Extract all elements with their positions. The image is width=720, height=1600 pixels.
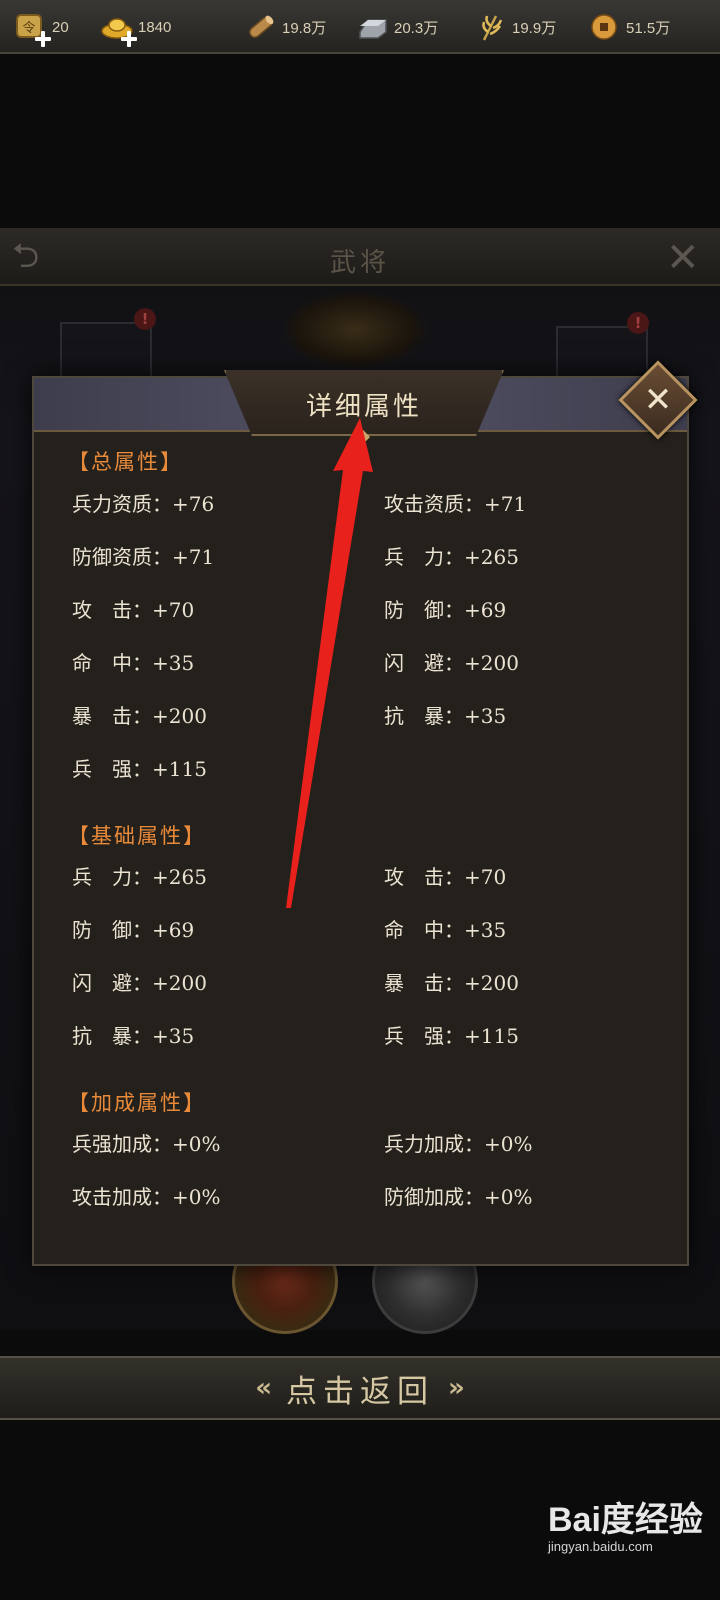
- attr-bonus-item: 兵力加成：+0%: [384, 1132, 533, 1156]
- attr-total-item: 兵力资质：+76: [72, 492, 215, 516]
- close-icon[interactable]: ✕: [630, 372, 686, 428]
- attr-bonus-item: 防御加成：+0%: [384, 1185, 533, 1209]
- attr-base-item: 抗 暴：+35: [72, 1024, 195, 1048]
- attr-bonus-item: 攻击加成：+0%: [72, 1185, 221, 1209]
- general-portrait: [280, 290, 430, 370]
- token-icon: 令: [14, 12, 51, 47]
- resource-gold[interactable]: 1840: [100, 10, 172, 47]
- gold-ingot-icon: [100, 12, 137, 47]
- attr-total-item: 防御资质：+71: [72, 545, 215, 569]
- resource-tokens[interactable]: 令 20: [14, 10, 69, 47]
- watermark-url: jingyan.baidu.com: [548, 1539, 653, 1554]
- wood-value: 19.8万: [282, 19, 327, 37]
- warning-badge-left: !: [134, 308, 156, 330]
- attr-total-item: 防 御：+69: [384, 598, 507, 622]
- attr-base-item: 防 御：+69: [72, 918, 195, 942]
- return-bar[interactable]: « 点击返回 »: [0, 1356, 720, 1420]
- attr-total-item: 抗 暴：+35: [384, 704, 507, 728]
- attr-base-item: 闪 避：+200: [72, 971, 207, 995]
- gold-value: 1840: [138, 18, 172, 36]
- chevron-right-icon: »: [448, 1373, 465, 1403]
- tokens-value: 20: [52, 18, 69, 36]
- dialog-title: 详细属性: [305, 392, 422, 422]
- return-label: 点击返回: [286, 1373, 434, 1410]
- attr-total-item: 命 中：+35: [72, 651, 195, 675]
- wood-log-icon: [244, 12, 278, 42]
- attr-base-item: 命 中：+35: [384, 918, 507, 942]
- iron-ingot-icon: [356, 12, 390, 42]
- iron-value: 20.3万: [394, 19, 439, 37]
- resource-iron[interactable]: 20.3万: [356, 10, 438, 44]
- section-title-total: 【总属性】: [68, 450, 183, 474]
- resource-wood[interactable]: 19.8万: [244, 10, 326, 44]
- baidu-jingyan-watermark: Bai度经验 jingyan.baidu.com: [548, 1492, 708, 1562]
- warning-badge-right: !: [627, 312, 649, 334]
- attr-total-item: 攻击资质：+71: [384, 492, 527, 516]
- detail-attributes-dialog: 详细属性 ✕ 【总属性】 兵力资质：+76 攻击资质：+71 防御资质：+71 …: [32, 360, 698, 1266]
- attr-base-item: 兵 强：+115: [384, 1024, 519, 1048]
- resource-grain[interactable]: 19.9万: [474, 10, 556, 44]
- attr-total-item: 兵 力：+265: [384, 545, 519, 569]
- section-title-bonus: 【加成属性】: [68, 1091, 206, 1115]
- attr-total-item: 暴 击：+200: [72, 704, 207, 728]
- section-title-base: 【基础属性】: [68, 824, 206, 848]
- chevron-left-icon: «: [255, 1373, 272, 1403]
- generals-screen-title: 武将: [329, 248, 390, 278]
- coins-value: 51.5万: [626, 19, 671, 37]
- attr-total-item: 闪 避：+200: [384, 651, 519, 675]
- attr-base-item: 兵 力：+265: [72, 865, 207, 889]
- grain-value: 19.9万: [512, 19, 557, 37]
- resource-bar: 令 20 1840 19.8万 20.3万 19.9万 51.5万: [0, 0, 720, 54]
- add-gold-icon[interactable]: [120, 30, 138, 48]
- attr-bonus-item: 兵强加成：+0%: [72, 1132, 221, 1156]
- attr-total-item: 攻 击：+70: [72, 598, 195, 622]
- resource-coins[interactable]: 51.5万: [588, 10, 670, 44]
- watermark-logo: Bai度经验: [548, 1501, 703, 1539]
- copper-coin-icon: [588, 12, 622, 42]
- attr-base-item: 暴 击：+200: [384, 971, 519, 995]
- add-tokens-icon[interactable]: [34, 30, 52, 48]
- attr-total-item: 兵 强：+115: [72, 757, 207, 781]
- equipment-slot-left[interactable]: [60, 322, 152, 382]
- attr-base-item: 攻 击：+70: [384, 865, 507, 889]
- generals-close-icon[interactable]: ✕: [666, 238, 706, 278]
- wheat-icon: [474, 12, 508, 42]
